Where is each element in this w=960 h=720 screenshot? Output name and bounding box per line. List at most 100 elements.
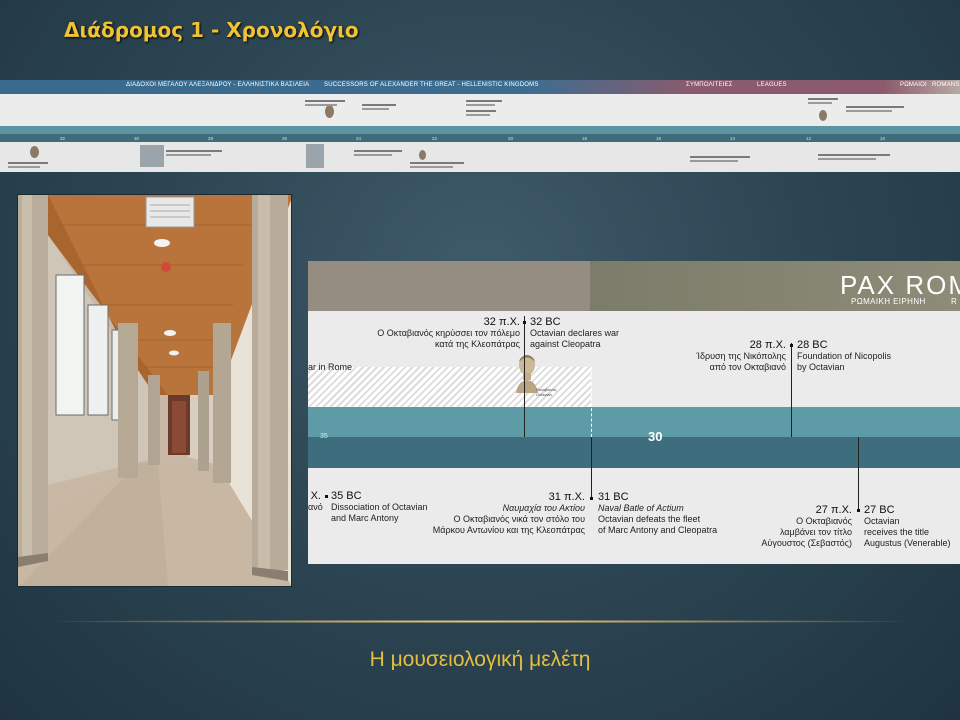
event-text-gr: Ο Οκταβιανός κηρύσσει τον πόλεμο: [377, 328, 520, 338]
event-date-gr: 32 π.Χ.: [483, 316, 520, 328]
period-divider: [591, 367, 592, 437]
event-marker-31bc: [590, 497, 593, 500]
strip-tick: 32: [60, 136, 66, 141]
event-marker-28bc: [790, 344, 793, 347]
event-text-en: Augustus (Venerable): [864, 538, 951, 548]
overview-timeline-strip: ΔΙΑΔΟΧΟΙ ΜΕΓΑΛΟΥ ΑΛΕΞΑΝΔΡΟΥ - ΕΛΛΗΝΙΣΤΙΚ…: [0, 80, 960, 172]
event-date-gr: 31 π.Χ.: [548, 491, 585, 503]
strip-tick: 22: [432, 136, 438, 141]
event-marker-32bc: [523, 321, 526, 324]
mini-portrait-icon: [325, 105, 334, 118]
strip-upper-area: [0, 94, 960, 128]
event-35bc-gr: Χ. ανό: [308, 490, 323, 513]
strip-tick: 14: [730, 136, 736, 141]
strip-tick: 24: [356, 136, 362, 141]
strip-tick: 30: [134, 136, 140, 141]
bust-caption: Οκταβιανός Octavian: [536, 387, 557, 397]
event-date-en: 32 BC: [530, 316, 561, 328]
strip-header-bar: ΔΙΑΔΟΧΟΙ ΜΕΓΑΛΟΥ ΑΛΕΞΑΝΔΡΟΥ - ΕΛΛΗΝΙΣΤΙΚ…: [0, 80, 960, 94]
event-32bc-gr: 32 π.Χ. Ο Οκταβιανός κηρύσσει τον πόλεμο…: [338, 317, 520, 350]
event-line-28bc: [791, 343, 792, 437]
mini-event-text: [166, 150, 222, 156]
event-31bc-en: 31 BC Naval Batle of Actium Octavian def…: [598, 492, 717, 536]
mini-event-text: [466, 110, 496, 116]
mini-event-text: [808, 98, 838, 104]
mini-event-text: [362, 104, 396, 110]
strip-tick: 18: [582, 136, 588, 141]
event-text-gr: λαμβάνει τον τίτλο: [779, 527, 852, 537]
event-date-gr: 27 π.Χ.: [815, 504, 852, 516]
event-text-en: Foundation of Nicopolis: [797, 351, 892, 361]
corridor-photo: [17, 194, 292, 587]
header-label-leagues-en: LEAGUES: [757, 82, 787, 88]
slide-title: Διάδρομος 1 - Χρονολόγιο: [64, 18, 359, 42]
event-text-en: Octavian defeats the fleet: [598, 514, 701, 524]
strip-tick: 16: [656, 136, 662, 141]
strip-tick: 26: [282, 136, 288, 141]
event-date-en: 27 BC: [864, 504, 895, 516]
event-27bc-en: 27 BC Octavian receives the title August…: [864, 505, 951, 549]
event-text-en: of Marc Antony and Cleopatra: [598, 525, 718, 535]
bust-caption-en: Octavian: [536, 392, 552, 397]
mini-event-text: [410, 162, 464, 168]
timeline-band-dark: [308, 437, 960, 468]
era-subtitle-cont: R: [951, 297, 957, 306]
mini-event-text: [305, 100, 345, 106]
mini-portrait-icon: [819, 110, 827, 121]
event-text-gr: Ίδρυση της Νικόπολης: [696, 351, 787, 361]
timeline-band-light: [308, 407, 960, 437]
event-27bc-gr: 27 π.Χ. Ο Οκταβιανός λαμβάνει τον τίτλο …: [748, 505, 852, 549]
event-marker-27bc: [857, 509, 860, 512]
strip-lower-area: [0, 142, 960, 172]
decorative-glow-line: [60, 620, 900, 623]
strip-band-dark: [0, 134, 960, 142]
event-31bc-gr: 31 π.Χ. Ναυμαχία του Ακτίου Ο Οκταβιανός…: [388, 492, 585, 536]
header-label-hellenistic-en: SUCCESSORS OF ALEXANDER THE GREAT - HELL…: [324, 82, 539, 88]
event-text-gr: Ο Οκταβιανός νικά τον στόλο του: [453, 514, 585, 524]
event-title-en: Naval Batle of Actium: [598, 503, 684, 513]
event-line-31bc: [591, 437, 592, 499]
band-year-number: 30: [648, 429, 663, 444]
event-text-gr: Ο Οκταβιανός: [796, 516, 852, 526]
corridor-illustration: [18, 195, 291, 586]
strip-band-light: [0, 126, 960, 134]
strip-tick: 28: [208, 136, 214, 141]
event-28bc-gr: 28 π.Χ. Ίδρυση της Νικόπολης από τον Οκτ…: [638, 339, 787, 373]
mini-event-text: [818, 154, 890, 160]
event-text-gr: Μάρκου Αντωνίου και της Κλεοπάτρας: [432, 525, 585, 535]
strip-tick: 10: [880, 136, 886, 141]
event-text-en: Octavian declares war: [530, 328, 620, 338]
event-text-gr: από τον Οκταβιανό: [709, 362, 786, 372]
event-text-en: by Octavian: [797, 362, 845, 372]
event-text-en: Octavian: [864, 516, 900, 526]
slide-caption: Η μουσειολογική μελέτη: [369, 648, 591, 671]
mini-event-text: [846, 106, 904, 112]
event-date-gr: Χ.: [310, 490, 321, 502]
header-label-hellenistic-gr: ΔΙΑΔΟΧΟΙ ΜΕΓΑΛΟΥ ΑΛΕΞΑΝΔΡΟΥ - ΕΛΛΗΝΙΣΤΙΚ…: [126, 82, 310, 88]
event-marker-35bc: [325, 495, 328, 498]
mini-portrait-icon: [419, 150, 426, 160]
timeline-detail-panel: PAX ROM ΡΩΜΑΙΚΗ ΕΙΡΗΝΗ R ar in Rome 30 3…: [308, 261, 960, 564]
mini-event-text: [690, 156, 750, 162]
strip-tick: 20: [508, 136, 514, 141]
mini-map-icon: [306, 144, 324, 168]
event-line-27bc: [858, 437, 859, 511]
event-line-32bc: [524, 316, 525, 437]
event-28bc-en: 28 BC Foundation of Nicopolis by Octavia…: [797, 340, 891, 373]
mini-event-text: [466, 100, 502, 106]
event-date-en: 31 BC: [598, 491, 629, 503]
mini-map-icon: [140, 145, 164, 167]
era-subtitle: ΡΩΜΑΙΚΗ ΕΙΡΗΝΗ: [851, 297, 926, 306]
mini-event-text: [354, 150, 402, 156]
event-text-gr: ανό: [308, 502, 323, 512]
event-text-en: against Cleopatra: [530, 339, 601, 349]
event-date-gr: 28 π.Χ.: [749, 339, 786, 351]
band-small-number: 35: [320, 433, 328, 440]
event-text-gr: Αύγουστος (Σεβαστός): [761, 538, 852, 548]
mini-event-text: [8, 162, 48, 168]
event-text-gr: κατά της Κλεοπάτρας: [434, 339, 520, 349]
era-bar-previous: [308, 261, 590, 311]
mini-portrait-icon: [30, 146, 39, 158]
header-label-leagues-gr: ΣΥΜΠΟΛΙΤΕΙΕΣ: [686, 82, 733, 88]
header-label-romans-en: ROMANS: [932, 82, 960, 88]
